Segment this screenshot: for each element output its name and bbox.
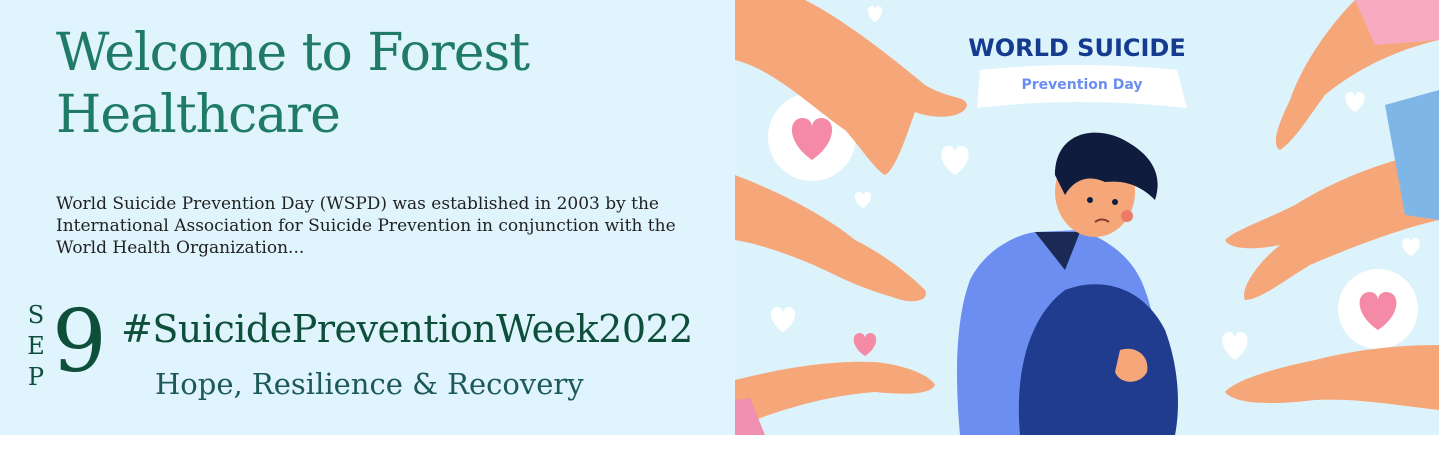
illustration-panel: WORLD SUICIDE Prevention Day	[735, 0, 1439, 435]
campaign-theme: Hope, Resilience & Recovery	[155, 367, 584, 401]
month-label: S E P	[26, 300, 46, 393]
intro-paragraph: World Suicide Prevention Day (WSPD) was …	[56, 194, 676, 258]
month-letter-2: E	[27, 332, 45, 360]
banner-text-panel: Welcome to Forest Healthcare World Suicid…	[0, 0, 735, 435]
day-number: 9	[52, 292, 107, 392]
hero-banner: Welcome to Forest Healthcare World Suicid…	[0, 0, 1439, 435]
title-line-1: Welcome to Forest	[56, 23, 530, 83]
ribbon-text: Prevention Day	[1022, 77, 1143, 93]
campaign-hashtag: #SuicidePreventionWeek2022	[121, 307, 693, 351]
illustration-heading: WORLD SUICIDE	[968, 34, 1186, 62]
person-blush	[1121, 210, 1133, 222]
person-eye	[1087, 197, 1093, 203]
month-letter-1: S	[27, 301, 45, 329]
month-letter-3: P	[27, 363, 45, 391]
world-suicide-prevention-illustration: WORLD SUICIDE Prevention Day	[735, 0, 1439, 435]
page-title: Welcome to Forest Healthcare	[56, 22, 696, 146]
person-eye	[1112, 199, 1118, 205]
title-line-2: Healthcare	[56, 85, 341, 145]
